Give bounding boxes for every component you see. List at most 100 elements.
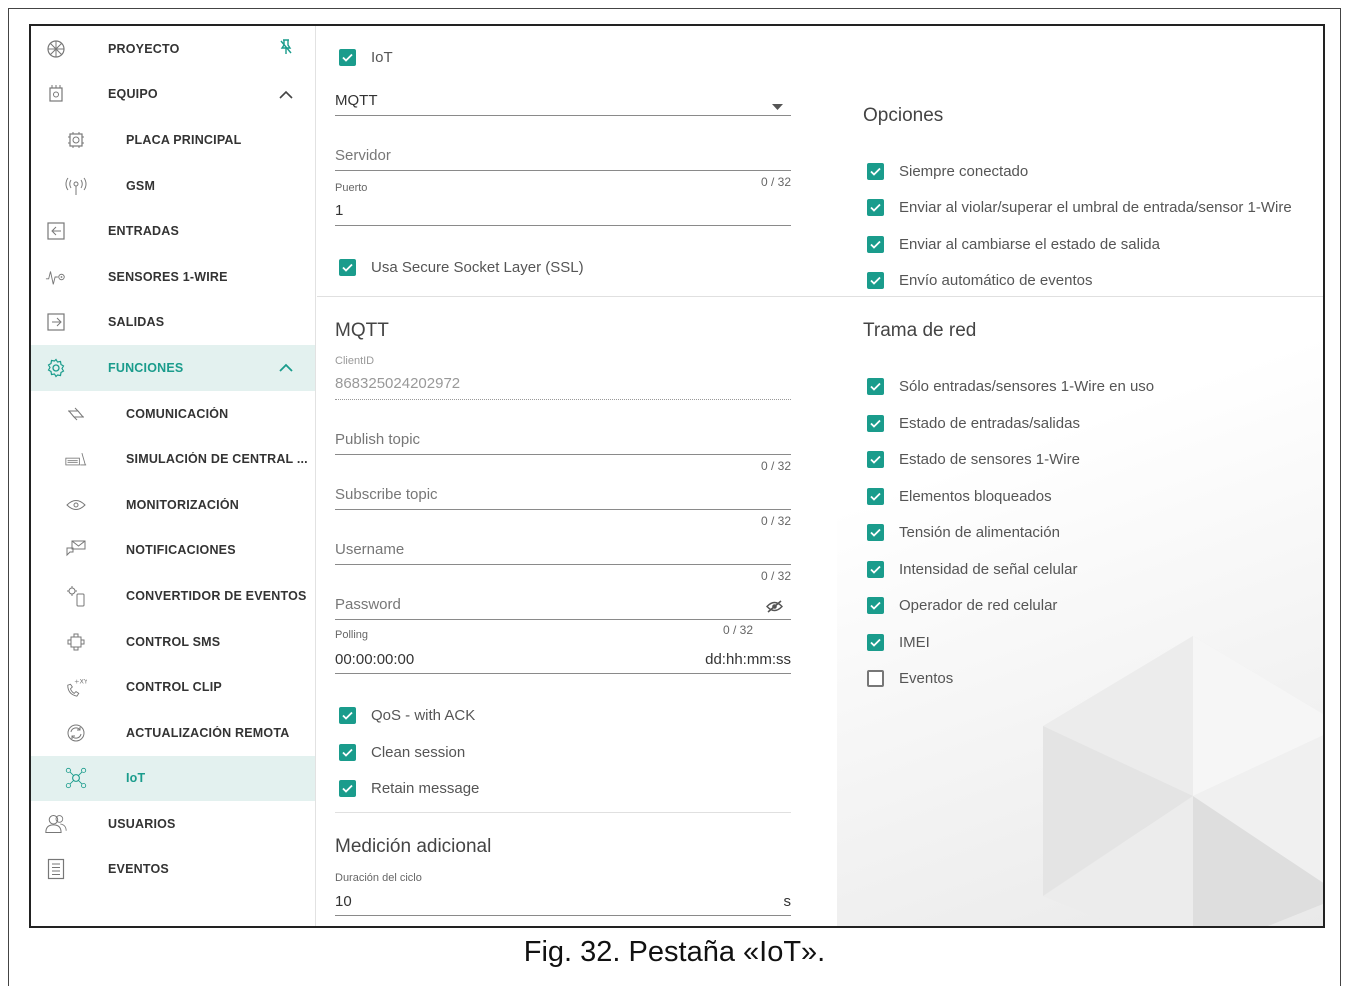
server-placeholder: Servidor <box>335 147 391 164</box>
sidebar-item-label: CONTROL CLIP <box>126 680 222 695</box>
sidebar-item-salidas[interactable]: SALIDAS <box>31 300 315 346</box>
checkbox-label: Elementos bloqueados <box>899 488 1052 505</box>
frame-item-imei[interactable]: IMEI <box>867 634 930 651</box>
sidebar-item-label: SALIDAS <box>108 315 165 330</box>
sidebar-item-funciones[interactable]: FUNCIONES <box>31 345 315 391</box>
frame-item-sensor-state[interactable]: Estado de sensores 1-Wire <box>867 451 1080 468</box>
checkbox-label: Retain message <box>371 780 480 797</box>
checkbox-unchecked-icon <box>867 670 884 687</box>
antenna-icon <box>65 175 87 197</box>
option-always-connected[interactable]: Siempre conectado <box>867 163 1028 180</box>
checkbox-checked-icon <box>867 634 884 651</box>
subscribe-topic-field[interactable]: Subscribe topic 0 / 32 <box>335 479 791 528</box>
sidebar-item-label: PROYECTO <box>108 41 180 56</box>
port-value: 1 <box>335 202 344 219</box>
frame-item-blocked[interactable]: Elementos bloqueados <box>867 488 1052 505</box>
checkbox-label: Enviar al cambiarse el estado de salida <box>899 236 1160 253</box>
chevron-up-icon[interactable] <box>279 87 293 102</box>
server-field[interactable]: Servidor 0 / 32 <box>335 138 791 189</box>
pin-icon[interactable] <box>279 39 293 58</box>
sidebar-item-monitorizacion[interactable]: MONITORIZACIÓN <box>31 482 315 528</box>
polling-value: 00:00:00:00 <box>335 651 415 668</box>
sidebar-item-label: GSM <box>126 178 156 193</box>
sidebar-item-control-sms[interactable]: CONTROL SMS <box>31 619 315 665</box>
panel-simulation-icon <box>65 448 87 470</box>
checkbox-checked-icon <box>339 49 356 66</box>
sidebar-item-label: SENSORES 1-WIRE <box>108 269 228 284</box>
checkbox-label: Siempre conectado <box>899 163 1029 180</box>
qos-checkbox[interactable]: QoS - with ACK <box>339 707 475 724</box>
sidebar-item-simulacion[interactable]: SIMULACIÓN DE CENTRAL ... <box>31 436 315 482</box>
divider <box>335 812 791 813</box>
sidebar-item-eventos[interactable]: EVENTOS <box>31 847 315 893</box>
protocol-value: MQTT <box>335 92 378 109</box>
sidebar-item-sensores[interactable]: SENSORES 1-WIRE <box>31 254 315 300</box>
gear-icon <box>45 357 67 379</box>
polling-field[interactable]: Polling 00:00:00:00 dd:hh:mm:ss <box>335 627 791 675</box>
password-placeholder: Password <box>335 596 401 613</box>
frame-title: Trama de red <box>863 320 977 341</box>
checkbox-checked-icon <box>339 744 356 761</box>
output-icon <box>45 311 67 333</box>
option-send-on-output-change[interactable]: Enviar al cambiarse el estado de salida <box>867 236 1160 253</box>
equipment-icon <box>45 83 67 105</box>
cycle-duration-field[interactable]: Duración del ciclo 10 s <box>335 871 791 919</box>
sidebar-item-placa-principal[interactable]: PLACA PRINCIPAL <box>31 117 315 163</box>
option-send-on-violation[interactable]: Enviar al violar/superar el umbral de en… <box>867 199 1292 216</box>
checkbox-checked-icon <box>867 561 884 578</box>
checkbox-label: Clean session <box>371 744 466 761</box>
checkbox-label: IoT <box>371 49 393 66</box>
sidebar-item-iot[interactable]: IoT <box>31 755 315 802</box>
checkbox-label: IMEI <box>899 634 930 651</box>
frame-item-voltage[interactable]: Tensión de alimentación <box>867 524 1060 541</box>
sensor-icon <box>45 266 67 288</box>
sidebar-item-label: PLACA PRINCIPAL <box>126 132 242 147</box>
option-auto-send-events[interactable]: Envío automático de eventos <box>867 272 1092 289</box>
sidebar-item-control-clip[interactable]: +XYZ CONTROL CLIP <box>31 664 315 710</box>
frame-item-io-state[interactable]: Estado de entradas/salidas <box>867 415 1080 432</box>
sidebar-item-usuarios[interactable]: USUARIOS <box>31 801 315 847</box>
ssl-checkbox[interactable]: Usa Secure Socket Layer (SSL) <box>339 259 584 276</box>
visibility-off-icon[interactable] <box>766 600 783 618</box>
port-field[interactable]: Puerto 1 <box>335 180 791 226</box>
sidebar-item-equipo[interactable]: EQUIPO <box>31 72 315 118</box>
sidebar-item-label: CONVERTIDOR DE EVENTOS <box>126 588 307 603</box>
sidebar-item-entradas[interactable]: ENTRADAS <box>31 208 315 254</box>
mainboard-icon <box>65 129 87 151</box>
frame-item-operator[interactable]: Operador de red celular <box>867 597 1057 614</box>
iot-form: IoT MQTT Servidor 0 / 32 Puerto 1 Usa Se… <box>317 26 837 926</box>
checkbox-label: Sólo entradas/sensores 1-Wire en uso <box>899 378 1155 395</box>
sidebar-item-proyecto[interactable]: PROYECTO <box>31 26 315 72</box>
sidebar-item-notificaciones[interactable]: NOTIFICACIONES <box>31 528 315 574</box>
protocol-select[interactable]: MQTT <box>335 84 791 116</box>
sidebar-item-gsm[interactable]: GSM <box>31 163 315 209</box>
figure-caption: Fig. 32. Pestaña «IoT». <box>523 936 826 968</box>
iot-enable-checkbox[interactable]: IoT <box>339 49 393 66</box>
project-icon <box>45 38 67 60</box>
checkbox-label: Usa Secure Socket Layer (SSL) <box>371 259 584 276</box>
client-id-label: ClientID <box>335 355 375 367</box>
sidebar-item-label: SIMULACIÓN DE CENTRAL ... <box>126 452 308 467</box>
options-title: Opciones <box>863 105 944 126</box>
checkbox-checked-icon <box>867 378 884 395</box>
chevron-up-icon[interactable] <box>279 360 293 375</box>
checkbox-label: Estado de entradas/salidas <box>899 415 1080 432</box>
frame-item-events[interactable]: Eventos <box>867 670 953 687</box>
background-logo-icon <box>1043 636 1323 926</box>
frame-item-signal[interactable]: Intensidad de señal celular <box>867 561 1077 578</box>
publish-topic-field[interactable]: Publish topic 0 / 32 <box>335 424 791 473</box>
sidebar-item-convertidor[interactable]: CONVERTIDOR DE EVENTOS <box>31 573 315 619</box>
checkbox-checked-icon <box>867 236 884 253</box>
divider <box>837 296 1323 297</box>
polling-suffix: dd:hh:mm:ss <box>705 651 791 668</box>
username-field[interactable]: Username 0 / 32 <box>335 534 791 583</box>
publish-topic-placeholder: Publish topic <box>335 431 421 448</box>
subscribe-topic-counter: 0 / 32 <box>760 514 791 528</box>
clean-session-checkbox[interactable]: Clean session <box>339 744 465 761</box>
subscribe-topic-placeholder: Subscribe topic <box>335 486 438 503</box>
retain-message-checkbox[interactable]: Retain message <box>339 780 479 797</box>
sidebar-item-label: IoT <box>126 771 146 786</box>
sidebar-item-actualizacion[interactable]: ACTUALIZACIÓN REMOTA <box>31 710 315 756</box>
frame-item-used-inputs[interactable]: Sólo entradas/sensores 1-Wire en uso <box>867 378 1154 395</box>
sidebar-item-comunicacion[interactable]: COMUNICACIÓN <box>31 391 315 437</box>
